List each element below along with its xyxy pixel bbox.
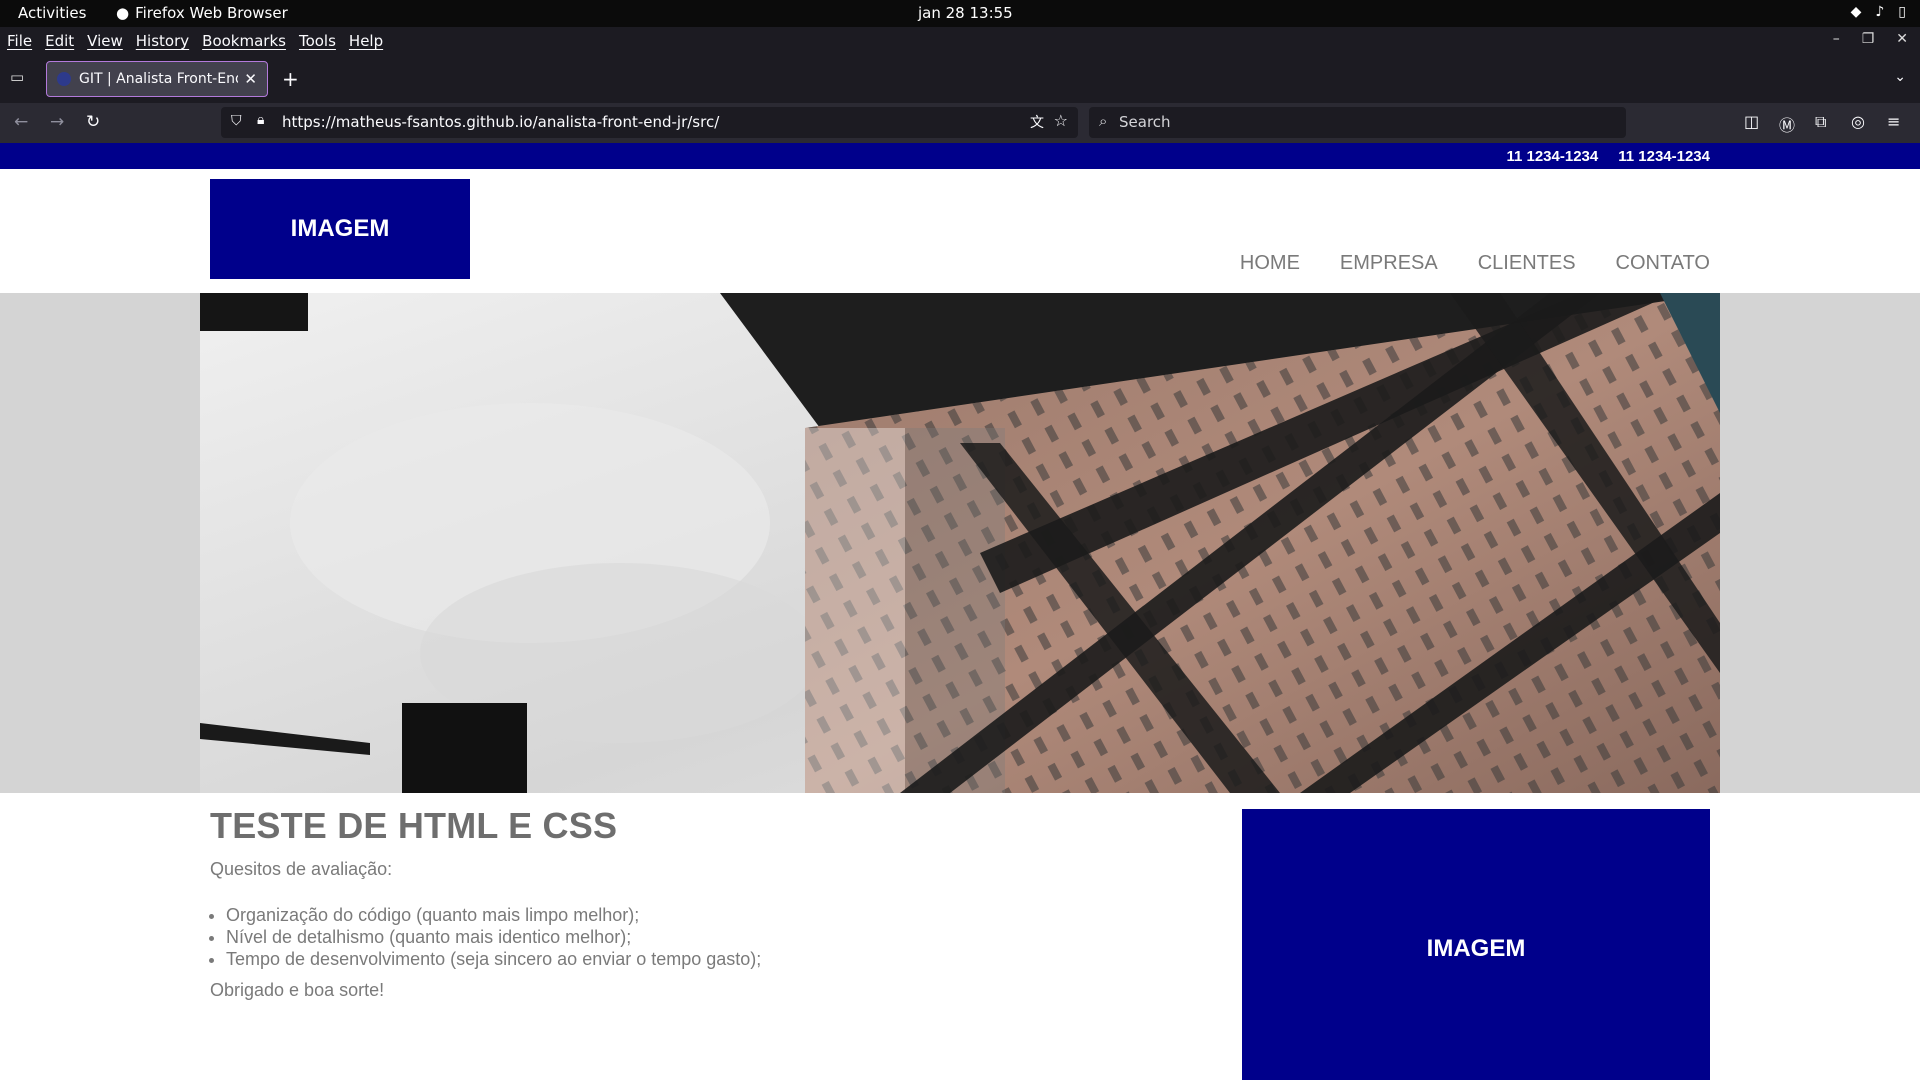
url-bar[interactable]: ⛉ 🔒︎ https://matheus-fsantos.github.io/a… <box>221 107 1078 138</box>
extensions-icon[interactable]: ⧉ <box>1815 112 1826 132</box>
nav-clientes[interactable]: CLIENTES <box>1478 252 1576 275</box>
tab-bar: ▭ GIT | Analista Front-End Jr ✕ + ⌄ <box>0 55 1920 103</box>
search-icon: ⌕ <box>1099 112 1108 130</box>
lock-icon[interactable]: 🔒︎ <box>257 112 264 128</box>
reload-icon[interactable]: ↻ <box>86 112 100 132</box>
account-icon[interactable]: Ⓜ <box>1779 112 1795 136</box>
thanks-text: Obrigado e boa sorte! <box>210 980 385 1000</box>
menu-bookmarks[interactable]: Bookmarks <box>202 32 286 50</box>
search-placeholder: Search <box>1119 113 1171 131</box>
menu-view[interactable]: View <box>87 32 123 50</box>
restore-icon[interactable]: ❐ <box>1862 31 1875 47</box>
list-item: Nível de detalhismo (quanto mais identic… <box>226 926 1110 948</box>
wifi-icon: ◆ <box>1850 4 1862 20</box>
main-content: TESTE DE HTML E CSS Quesitos de avaliaçã… <box>210 805 1110 1001</box>
nav-empresa[interactable]: EMPRESA <box>1340 252 1438 275</box>
battery-icon: ▯ <box>1898 4 1906 20</box>
menu-icon[interactable]: ≡ <box>1887 112 1900 131</box>
vpn-icon[interactable]: ◎ <box>1851 112 1865 131</box>
page-title: TESTE DE HTML E CSS <box>210 805 618 846</box>
forward-icon[interactable]: → <box>50 112 64 132</box>
logo-placeholder[interactable]: IMAGEM <box>210 179 470 279</box>
pocket-icon[interactable]: ◫ <box>1744 112 1759 131</box>
nav-home[interactable]: HOME <box>1240 252 1300 275</box>
gnome-top-bar: Activities ● Firefox Web Browser jan 28 … <box>0 0 1920 27</box>
minimize-icon[interactable]: – <box>1833 31 1840 47</box>
firefox-view-icon[interactable]: ▭ <box>10 68 30 88</box>
app-menu[interactable]: ● Firefox Web Browser <box>116 4 288 22</box>
hero-image <box>200 293 1720 793</box>
favicon-icon <box>57 72 71 86</box>
clock[interactable]: jan 28 13:55 <box>918 4 1013 22</box>
web-page: 11 1234-1234 11 1234-1234 IMAGEM HOME EM… <box>0 143 1920 1080</box>
list-item: Tempo de desenvolvimento (seja sincero a… <box>226 948 1110 970</box>
volume-icon: ♪ <box>1875 4 1885 20</box>
menu-edit[interactable]: Edit <box>45 32 74 50</box>
firefox-icon: ● <box>116 4 130 22</box>
url-text[interactable]: https://matheus-fsantos.github.io/analis… <box>282 113 719 131</box>
close-window-icon[interactable]: ✕ <box>1896 31 1908 47</box>
menu-history[interactable]: History <box>136 32 189 50</box>
nav-toolbar: ← → ↻ ⛉ 🔒︎ https://matheus-fsantos.githu… <box>0 103 1920 143</box>
system-tray[interactable]: ◆ ♪ ▯ <box>1851 4 1906 20</box>
tab-title: GIT | Analista Front-End Jr <box>79 71 239 87</box>
search-input[interactable]: ⌕ Search <box>1089 107 1626 138</box>
list-item: Organização do código (quanto mais limpo… <box>226 904 1110 926</box>
site-header: IMAGEM HOME EMPRESA CLIENTES CONTATO <box>0 169 1920 293</box>
subheading: Quesitos de avaliação: <box>210 859 393 879</box>
menu-file[interactable]: File <box>7 32 32 50</box>
menu-help[interactable]: Help <box>349 32 383 50</box>
activities-button[interactable]: Activities <box>18 4 86 22</box>
nav-contato[interactable]: CONTATO <box>1616 252 1710 275</box>
new-tab-icon[interactable]: + <box>282 67 299 91</box>
list-all-tabs-icon[interactable]: ⌄ <box>1894 69 1906 85</box>
tab-active[interactable]: GIT | Analista Front-End Jr ✕ <box>46 61 268 97</box>
close-tab-icon[interactable]: ✕ <box>244 70 257 88</box>
bookmark-star-icon[interactable]: ☆ <box>1054 111 1068 130</box>
side-image-placeholder: IMAGEM <box>1242 809 1710 1080</box>
phone-number: 11 1234-1234 <box>1618 148 1710 165</box>
back-icon[interactable]: ← <box>14 112 28 132</box>
criteria-list: Organização do código (quanto mais limpo… <box>210 904 1110 970</box>
menu-tools[interactable]: Tools <box>299 32 336 50</box>
browser-menu-bar: File Edit View History Bookmarks Tools H… <box>0 27 1920 55</box>
translate-icon[interactable]: 文 <box>1030 112 1044 132</box>
shield-icon[interactable]: ⛉ <box>231 113 242 129</box>
app-name: Firefox Web Browser <box>135 4 288 22</box>
site-nav: HOME EMPRESA CLIENTES CONTATO <box>1240 252 1710 275</box>
phone-number: 11 1234-1234 <box>1506 148 1599 165</box>
contact-strip: 11 1234-1234 11 1234-1234 <box>0 143 1920 169</box>
